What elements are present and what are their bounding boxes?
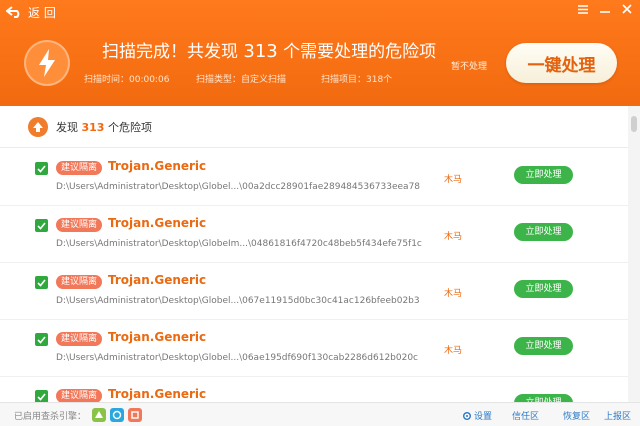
fix-now-button[interactable]: 立即处理 bbox=[514, 223, 573, 241]
up-arrow-icon bbox=[28, 116, 48, 137]
item-checkbox[interactable] bbox=[35, 390, 48, 402]
fix-now-button[interactable]: 立即处理 bbox=[514, 280, 573, 298]
engine-qvm-icon[interactable] bbox=[110, 408, 124, 422]
lightning-icon bbox=[24, 40, 70, 86]
back-button[interactable]: 返 回 bbox=[6, 3, 56, 21]
settings-link[interactable]: 设置 bbox=[462, 409, 492, 422]
threat-name: Trojan.Generic bbox=[108, 330, 207, 344]
file-path: D:\Users\Administrator\Desktop\Globel...… bbox=[56, 296, 420, 306]
item-checkbox[interactable] bbox=[35, 162, 48, 175]
threat-type: 木马 bbox=[444, 289, 463, 299]
item-checkbox[interactable] bbox=[35, 333, 48, 346]
threat-list-panel: 发现 313 个危险项 建议隔离 Trojan.Generic D:\Users… bbox=[0, 106, 640, 402]
quarantine-tag: 建议隔离 bbox=[56, 161, 103, 175]
threat-row: 建议隔离 Trojan.Generic D:\Users\Administrat… bbox=[0, 206, 628, 263]
threat-name: Trojan.Generic bbox=[108, 273, 207, 287]
file-path: D:\Users\Administrator\Desktop\Globel...… bbox=[56, 182, 421, 192]
headline-suffix: 个需要处理的危险项 bbox=[277, 42, 437, 62]
settings-label: 设置 bbox=[474, 412, 493, 422]
quarantine-tag: 建议隔离 bbox=[56, 275, 103, 289]
threat-name: Trojan.Generic bbox=[108, 159, 207, 173]
summary-count: 313 bbox=[81, 120, 105, 134]
threat-row: 建议隔离 Trojan.Generic D:\Users\Administrat… bbox=[0, 149, 628, 206]
threat-type: 木马 bbox=[444, 232, 463, 242]
threat-name: Trojan.Generic bbox=[108, 387, 207, 401]
fix-now-button[interactable]: 立即处理 bbox=[514, 394, 573, 402]
summary-text: 发现 313 个危险项 bbox=[56, 119, 152, 135]
quarantine-tag: 建议隔离 bbox=[56, 218, 103, 232]
scan-time: 扫描时间：00:00:06 bbox=[84, 75, 170, 85]
report-zone-link[interactable]: 上报区 bbox=[604, 409, 631, 422]
threat-summary: 发现 313 个危险项 bbox=[0, 106, 628, 148]
one-click-fix-button[interactable]: 一键处理 bbox=[506, 43, 617, 83]
fix-now-button[interactable]: 立即处理 bbox=[514, 166, 573, 184]
window-controls bbox=[576, 2, 634, 16]
list-scrollbar[interactable] bbox=[628, 106, 640, 402]
scrollbar-thumb[interactable] bbox=[631, 116, 637, 132]
threat-name: Trojan.Generic bbox=[108, 216, 207, 230]
threat-type: 木马 bbox=[444, 346, 463, 356]
scan-type: 扫描类型：自定义扫描 bbox=[196, 75, 287, 85]
engine-local-icon[interactable] bbox=[128, 408, 142, 422]
item-checkbox[interactable] bbox=[35, 276, 48, 289]
trust-zone-link[interactable]: 信任区 bbox=[512, 409, 539, 422]
menu-icon[interactable] bbox=[576, 2, 590, 16]
back-arrow-icon bbox=[6, 6, 20, 18]
headline-count: 313 bbox=[243, 41, 278, 62]
threat-type: 木马 bbox=[444, 175, 463, 185]
file-path: D:\Users\Administrator\Desktop\Globel...… bbox=[56, 353, 419, 363]
scan-result-header: 返 回 扫描完成！共发现 313 个需要处理的危险项 扫描时间：00:00:06… bbox=[0, 0, 640, 106]
status-footer: 已启用查杀引擎： 设置 信任区 恢复区 上报区 bbox=[0, 402, 640, 426]
threat-row: 建议隔离 Trojan.Generic 立即处理 bbox=[0, 377, 628, 402]
ignore-link[interactable]: 暂不处理 bbox=[451, 59, 487, 72]
restore-zone-link[interactable]: 恢复区 bbox=[563, 409, 590, 422]
minimize-icon[interactable] bbox=[598, 2, 612, 16]
threat-row: 建议隔离 Trojan.Generic D:\Users\Administrat… bbox=[0, 320, 628, 377]
fix-now-button[interactable]: 立即处理 bbox=[514, 337, 573, 355]
threat-list: 建议隔离 Trojan.Generic D:\Users\Administrat… bbox=[0, 149, 628, 402]
quarantine-tag: 建议隔离 bbox=[56, 389, 103, 402]
gear-icon bbox=[463, 411, 471, 420]
item-checkbox[interactable] bbox=[35, 219, 48, 232]
quarantine-tag: 建议隔离 bbox=[56, 332, 103, 346]
threat-row: 建议隔离 Trojan.Generic D:\Users\Administrat… bbox=[0, 263, 628, 320]
close-icon[interactable] bbox=[620, 2, 634, 16]
engines-label: 已启用查杀引擎： bbox=[14, 412, 87, 422]
back-label: 返 回 bbox=[28, 5, 56, 20]
file-path: D:\Users\Administrator\Desktop\GlobeIm..… bbox=[56, 239, 422, 249]
scan-result-title: 扫描完成！共发现 313 个需要处理的危险项 bbox=[102, 37, 436, 62]
scan-items: 扫描项目：318个 bbox=[321, 75, 393, 85]
headline-prefix: 扫描完成！共发现 bbox=[102, 42, 244, 62]
summary-suffix: 个危险项 bbox=[104, 120, 152, 134]
summary-prefix: 发现 bbox=[56, 120, 82, 134]
engine-cloud-icon[interactable] bbox=[92, 408, 106, 422]
